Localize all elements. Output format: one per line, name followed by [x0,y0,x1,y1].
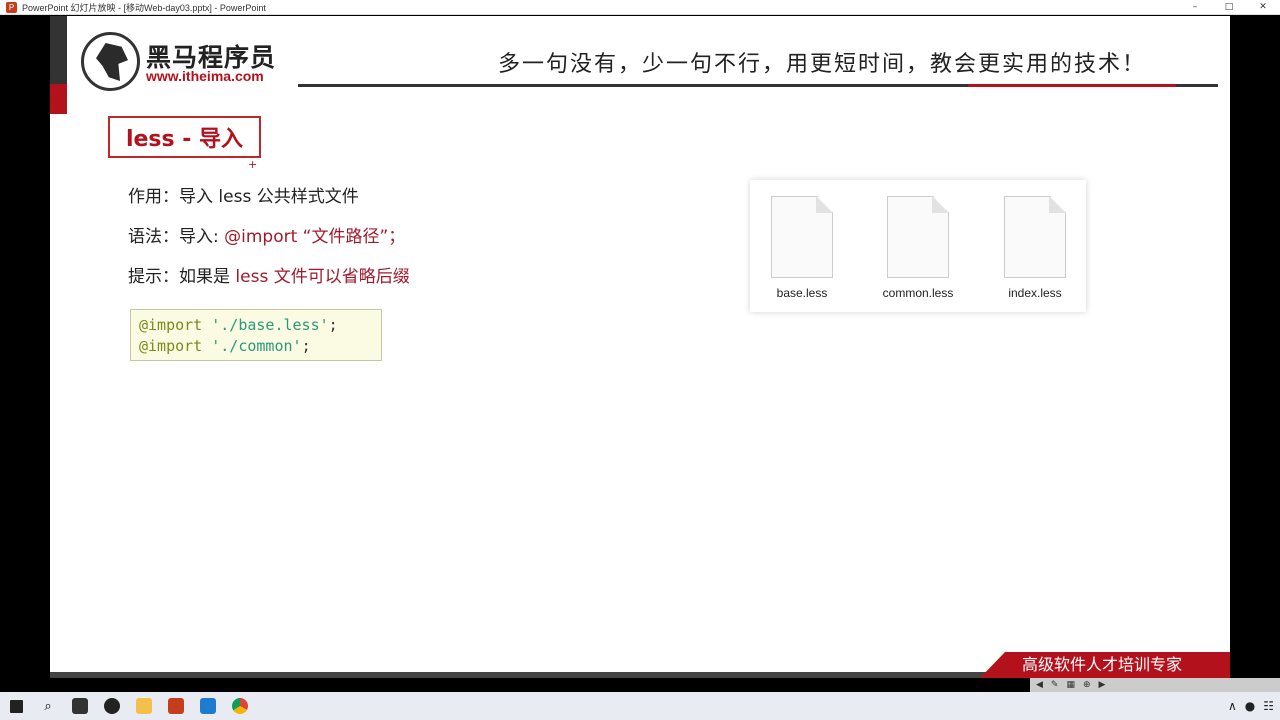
windows-start-icon[interactable] [0,692,32,720]
pen-icon[interactable]: ✎ [1051,680,1059,690]
section-title: less - 导入 [108,116,261,158]
slide[interactable]: 黑马程序员 www.itheima.com 多一句没有，少一句不行，用更短时间，… [50,16,1230,678]
search-icon[interactable]: ⌕ [32,692,64,720]
zoom-icon[interactable]: ⊕ [1083,680,1091,690]
file-item: base.less [762,196,842,300]
chrome-icon[interactable] [224,692,256,720]
cursor-icon: + [248,158,258,171]
next-icon[interactable]: ▶ [1099,680,1106,690]
bullet-label: 语法： [128,227,179,247]
slideshow-toolbar[interactable]: ◀ ✎ ▦ ⊕ ▶ [1030,678,1280,692]
close-button[interactable]: ✕ [1246,0,1280,15]
bullet-syntax: 语法：导入: @import “文件路径”； [128,222,405,247]
code-string: './common' [211,337,302,355]
bullet-text: 导入 less 公共样式文件 [179,187,359,207]
bullet-purpose: 作用：导入 less 公共样式文件 [128,182,359,207]
horse-icon [96,43,128,81]
decor-grey-strip [50,16,67,84]
letterbox-left [0,16,50,678]
minimize-button[interactable]: – [1178,0,1212,15]
typora-icon[interactable] [64,692,96,720]
code-keyword: @import [139,337,203,355]
window-title: PowerPoint 幻灯片放映 - [移动Web-day03.pptx] - … [22,2,266,13]
file-explorer-icon[interactable] [128,692,160,720]
file-icon [771,196,833,278]
brand-url: www.itheima.com [146,68,264,84]
letterbox-right [1230,16,1280,678]
file-item: common.less [878,196,958,300]
bullet-highlight: @import “文件路径”； [224,227,406,247]
header-divider-accent [968,84,1176,87]
tray-chevron-icon[interactable]: ∧ [1228,699,1237,713]
bullet-label: 提示： [128,267,179,287]
file-icon [887,196,949,278]
prev-icon[interactable]: ◀ [1036,680,1043,690]
slogan: 多一句没有，少一句不行，用更短时间，教会更实用的技术！ [498,52,1147,77]
files-panel: base.less common.less index.less [750,180,1086,312]
file-item: index.less [995,196,1075,300]
vscode-icon[interactable] [192,692,224,720]
file-name: base.less [776,286,828,300]
window-controls: – □ ✕ [1178,0,1280,15]
code-punct: ; [328,316,338,334]
maximize-button[interactable]: □ [1212,0,1246,15]
file-name: index.less [1008,286,1062,300]
tray-network-icon[interactable]: ☷ [1263,699,1274,713]
bullet-highlight: less 文件可以省略后缀 [235,267,410,287]
decor-red-strip [50,84,67,114]
code-keyword: @import [139,316,203,334]
powerpoint-taskbar-icon[interactable] [160,692,192,720]
taskbar: ⌕ ∧ ● ☷ [0,692,1280,720]
brand-logo-icon [81,32,140,91]
bullet-text: 导入: [179,227,225,247]
bullet-text: 如果是 [179,267,236,287]
system-tray: ∧ ● ☷ [1228,692,1274,720]
bullet-label: 作用： [128,187,179,207]
tray-app-icon[interactable]: ● [1245,699,1255,713]
powerpoint-icon: P [6,1,17,13]
footer-tagline: 高级软件人才培训专家 [980,652,1230,678]
bullet-tip: 提示：如果是 less 文件可以省略后缀 [128,262,410,287]
file-name: common.less [882,286,954,300]
code-string: './base.less' [211,316,329,334]
github-icon[interactable] [96,692,128,720]
code-line: @import './common'; [139,336,381,357]
code-block: @import './base.less'; @import './common… [130,309,382,361]
code-punct: ; [301,337,311,355]
code-line: @import './base.less'; [139,315,381,336]
window-titlebar: P PowerPoint 幻灯片放映 - [移动Web-day03.pptx] … [0,0,1280,15]
grid-icon[interactable]: ▦ [1066,680,1075,690]
file-icon [1004,196,1066,278]
